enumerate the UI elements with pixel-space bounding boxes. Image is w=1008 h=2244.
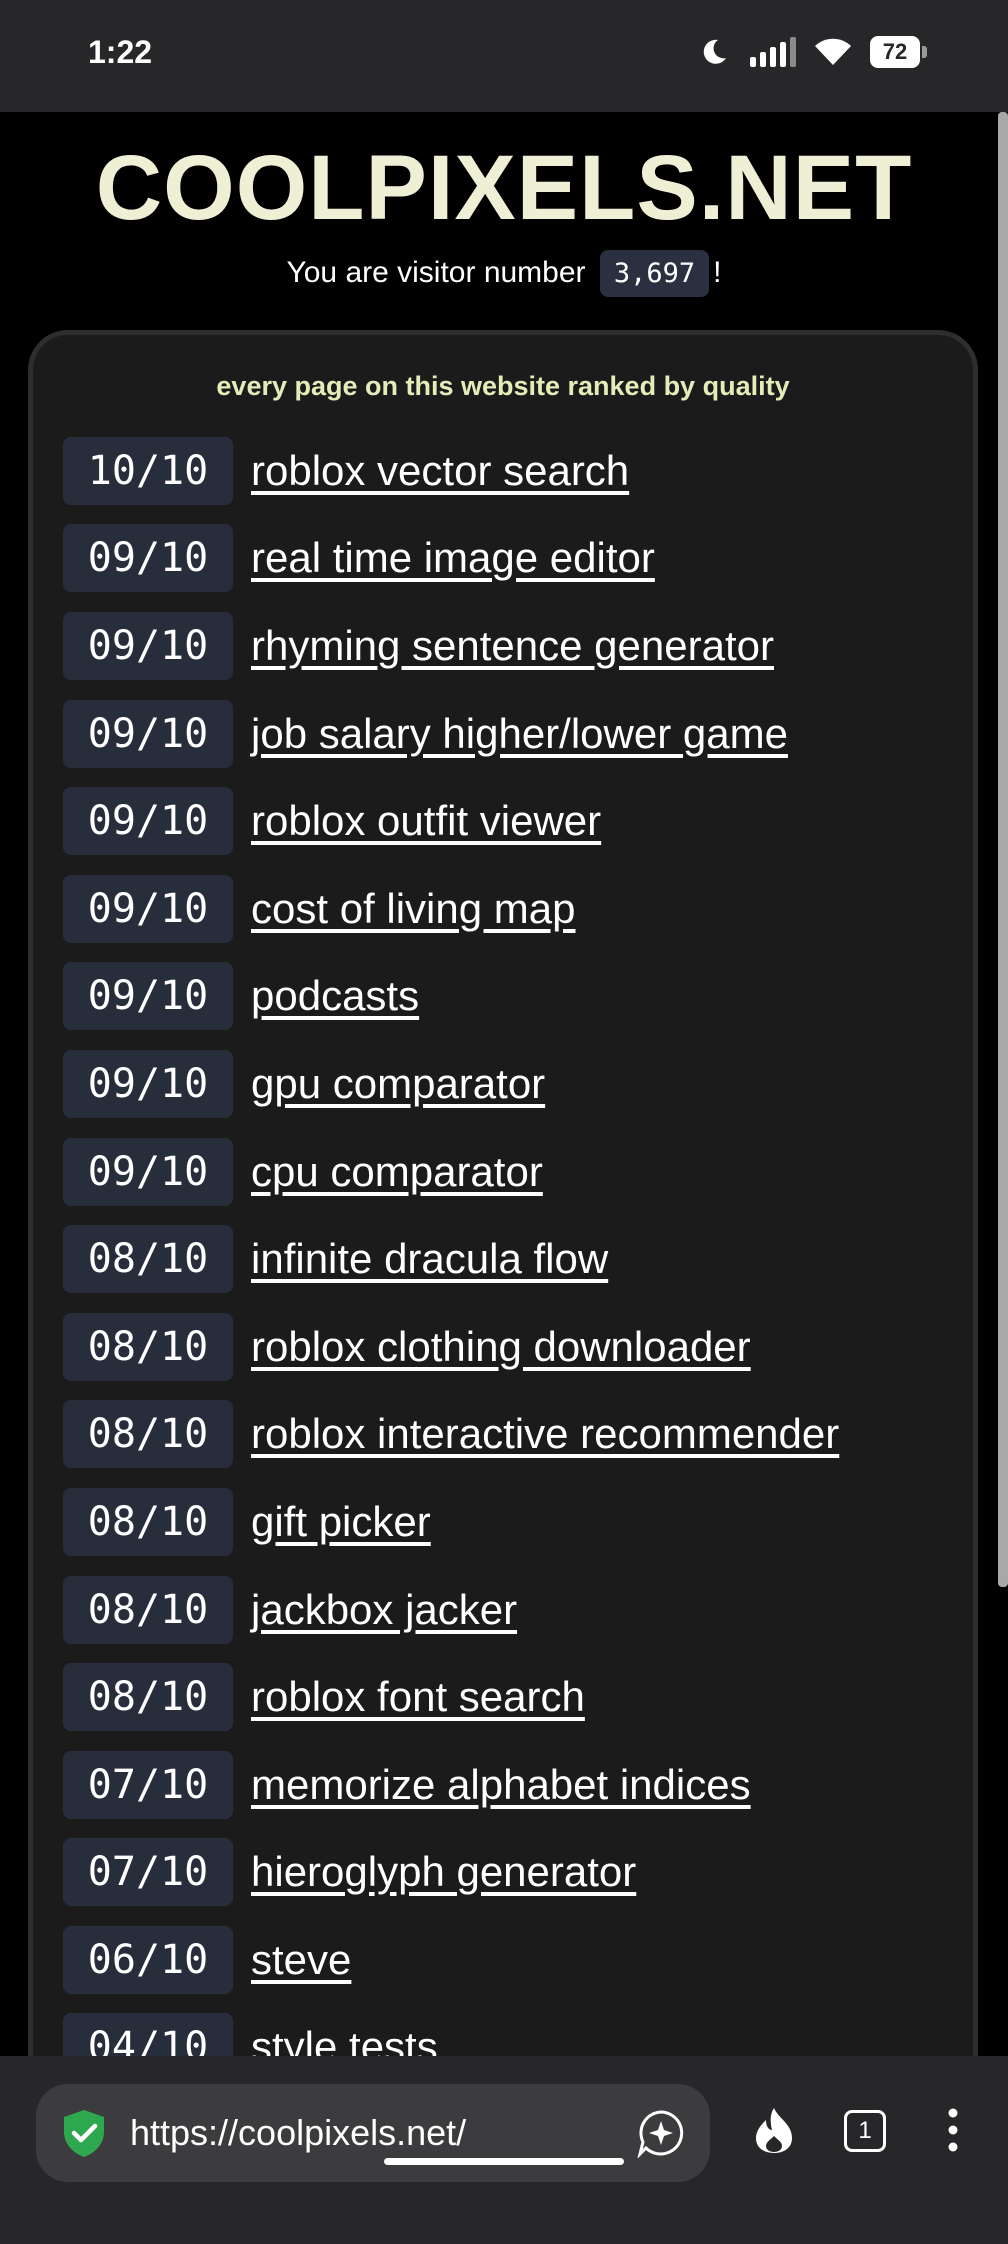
ranking-list: 10/10 roblox vector search 09/10 real ti… [63, 427, 963, 2056]
ai-assistant-icon[interactable] [636, 2108, 686, 2158]
home-indicator[interactable] [384, 2158, 624, 2165]
score-badge: 09/10 [63, 1049, 233, 1118]
site-title: COOLPIXELS.NET [95, 137, 913, 239]
ranking-row: 08/10 roblox clothing downloader [63, 1303, 963, 1391]
status-bar: 1:22 72 [0, 0, 1008, 112]
score-badge: 09/10 [63, 874, 233, 943]
page-link[interactable]: cost of living map [251, 885, 575, 933]
page-link[interactable]: gift picker [251, 1498, 431, 1546]
score-badge: 09/10 [63, 1137, 233, 1206]
page-link[interactable]: rhyming sentence generator [251, 622, 774, 670]
page-scrollbar[interactable] [998, 112, 1008, 1587]
ranking-row: 09/10 gpu comparator [63, 1040, 963, 1128]
ranking-row: 04/10 style tests [63, 2004, 963, 2056]
tab-count-button[interactable]: 1 [844, 2110, 886, 2152]
ranking-row: 08/10 jackbox jacker [63, 1566, 963, 1654]
url-text[interactable]: https://coolpixels.net/ [130, 2112, 636, 2154]
flame-icon[interactable] [752, 2106, 796, 2154]
page-link[interactable]: podcasts [251, 972, 419, 1020]
visitor-counter-line: You are visitor number 3,697! [0, 250, 1008, 297]
shield-check-icon[interactable] [58, 2107, 110, 2159]
address-bar[interactable]: https://coolpixels.net/ [36, 2084, 710, 2182]
page-link[interactable]: steve [251, 1936, 351, 1984]
ranking-row: 06/10 steve [63, 1916, 963, 2004]
ranking-heading: every page on this website ranked by qua… [216, 371, 790, 401]
page-link[interactable]: job salary higher/lower game [251, 710, 788, 758]
ranking-row: 08/10 roblox font search [63, 1653, 963, 1741]
status-time: 1:22 [88, 34, 153, 70]
web-page: COOLPIXELS.NET You are visitor number 3,… [0, 112, 1008, 2056]
page-link[interactable]: roblox outfit viewer [251, 797, 601, 845]
ranking-row: 09/10 roblox outfit viewer [63, 777, 963, 865]
ranking-row: 07/10 hieroglyph generator [63, 1829, 963, 1917]
score-badge: 08/10 [63, 1312, 233, 1381]
visitor-prefix: You are visitor number [286, 256, 586, 289]
status-icons: 72 [698, 36, 927, 68]
ranking-row: 08/10 roblox interactive recommender [63, 1391, 963, 1479]
page-label: style tests [251, 2023, 438, 2056]
page-link[interactable]: roblox vector search [251, 447, 629, 495]
page-link[interactable]: memorize alphabet indices [251, 1761, 751, 1809]
score-badge: 07/10 [63, 1750, 233, 1819]
visitor-count: 3,697 [599, 250, 710, 297]
ranking-row: 09/10 job salary higher/lower game [63, 690, 963, 778]
score-badge: 08/10 [63, 1575, 233, 1644]
ranking-row: 09/10 cost of living map [63, 865, 963, 953]
ranking-row: 09/10 podcasts [63, 953, 963, 1041]
score-badge: 09/10 [63, 699, 233, 768]
more-options-icon[interactable] [946, 2108, 960, 2152]
score-badge: 09/10 [63, 611, 233, 680]
browser-bottom-bar: https://coolpixels.net/ 1 [0, 2056, 1008, 2244]
ranking-row: 08/10 infinite dracula flow [63, 1215, 963, 1303]
page-link[interactable]: roblox clothing downloader [251, 1323, 751, 1371]
ranking-panel: every page on this website ranked by qua… [28, 330, 978, 2056]
page-link[interactable]: real time image editor [251, 534, 655, 582]
ranking-row: 09/10 cpu comparator [63, 1128, 963, 1216]
score-badge: 10/10 [63, 436, 233, 505]
score-badge: 09/10 [63, 524, 233, 593]
battery-indicator: 72 [870, 36, 927, 68]
page-link[interactable]: infinite dracula flow [251, 1235, 608, 1283]
score-badge: 08/10 [63, 1487, 233, 1556]
score-badge: 06/10 [63, 1925, 233, 1994]
page-link[interactable]: jackbox jacker [251, 1586, 517, 1634]
score-badge: 08/10 [63, 1225, 233, 1294]
visitor-suffix: ! [713, 256, 722, 289]
score-badge: 07/10 [63, 1838, 233, 1907]
ranking-row: 07/10 memorize alphabet indices [63, 1741, 963, 1829]
signal-icon [750, 37, 796, 67]
page-link[interactable]: roblox interactive recommender [251, 1410, 839, 1458]
page-link[interactable]: hieroglyph generator [251, 1848, 636, 1896]
score-badge: 08/10 [63, 1400, 233, 1469]
page-link[interactable]: cpu comparator [251, 1148, 543, 1196]
page-link[interactable]: gpu comparator [251, 1060, 545, 1108]
ranking-row: 09/10 real time image editor [63, 515, 963, 603]
ranking-row: 10/10 roblox vector search [63, 427, 963, 515]
ranking-row: 08/10 gift picker [63, 1478, 963, 1566]
score-badge: 04/10 [63, 2013, 233, 2056]
wifi-icon [815, 38, 851, 65]
ranking-row: 09/10 rhyming sentence generator [63, 602, 963, 690]
page-link[interactable]: roblox font search [251, 1673, 585, 1721]
score-badge: 08/10 [63, 1663, 233, 1732]
score-badge: 09/10 [63, 787, 233, 856]
do-not-disturb-moon-icon [703, 39, 726, 64]
score-badge: 09/10 [63, 962, 233, 1031]
